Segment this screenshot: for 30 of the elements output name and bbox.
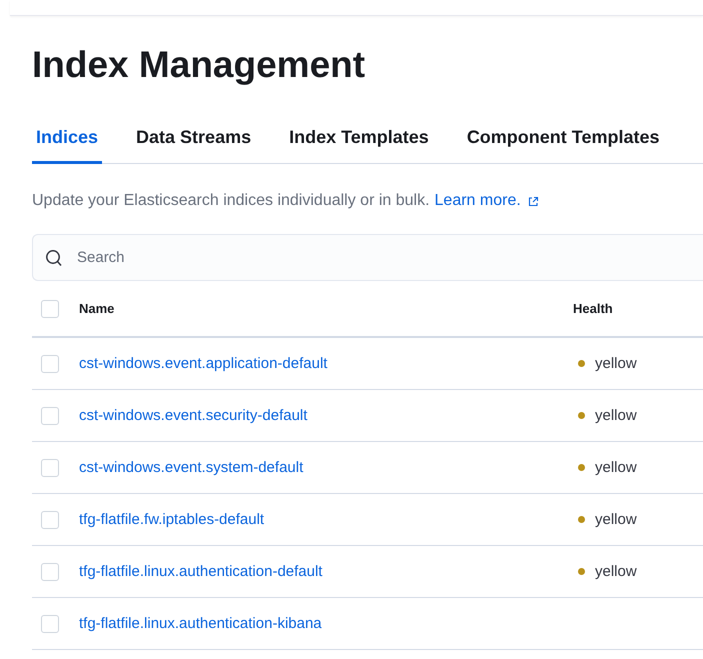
column-header[interactable]: Health [573, 301, 613, 316]
health-text: yellow [595, 511, 637, 528]
row-checkbox[interactable] [41, 406, 59, 424]
tab[interactable]: Index Templates [285, 117, 433, 164]
page-title: Index Management [32, 43, 366, 87]
column-header[interactable]: Name [79, 301, 573, 316]
health-text: yellow [595, 459, 637, 476]
index-name-link[interactable]: tfg-flatfile.linux.authentication-kibana [79, 615, 573, 632]
index-name-link[interactable]: cst-windows.event.security-default [79, 407, 573, 424]
health-text: yellow [595, 407, 637, 424]
row-checkbox[interactable] [41, 614, 59, 632]
description-text: Update your Elasticsearch indices individually or in bulk. [32, 192, 430, 210]
index-name-link[interactable]: cst-windows.event.system-default [79, 459, 573, 476]
row-checkbox[interactable] [41, 510, 59, 528]
index-name-link[interactable]: tfg-flatfile.linux.authentication-default [79, 563, 573, 580]
external-link-icon [528, 196, 539, 206]
health-text: yellow [595, 563, 637, 580]
select-all-checkbox[interactable] [41, 300, 59, 318]
learn-more-link[interactable]: Learn more. [434, 192, 521, 210]
row-checkbox[interactable] [41, 562, 59, 580]
search-icon [45, 249, 63, 267]
index-name-link[interactable]: cst-windows.event.application-default [79, 355, 573, 372]
index-name-link[interactable]: tfg-flatfile.fw.iptables-default [79, 511, 573, 528]
health-text: yellow [595, 355, 637, 372]
search-field[interactable]: Search [32, 234, 703, 281]
tab[interactable]: Component Templates [462, 117, 664, 164]
tab[interactable]: Indices [32, 117, 102, 164]
row-checkbox[interactable] [41, 354, 59, 372]
tab[interactable]: Data Streams [132, 117, 256, 164]
row-checkbox[interactable] [41, 458, 59, 476]
